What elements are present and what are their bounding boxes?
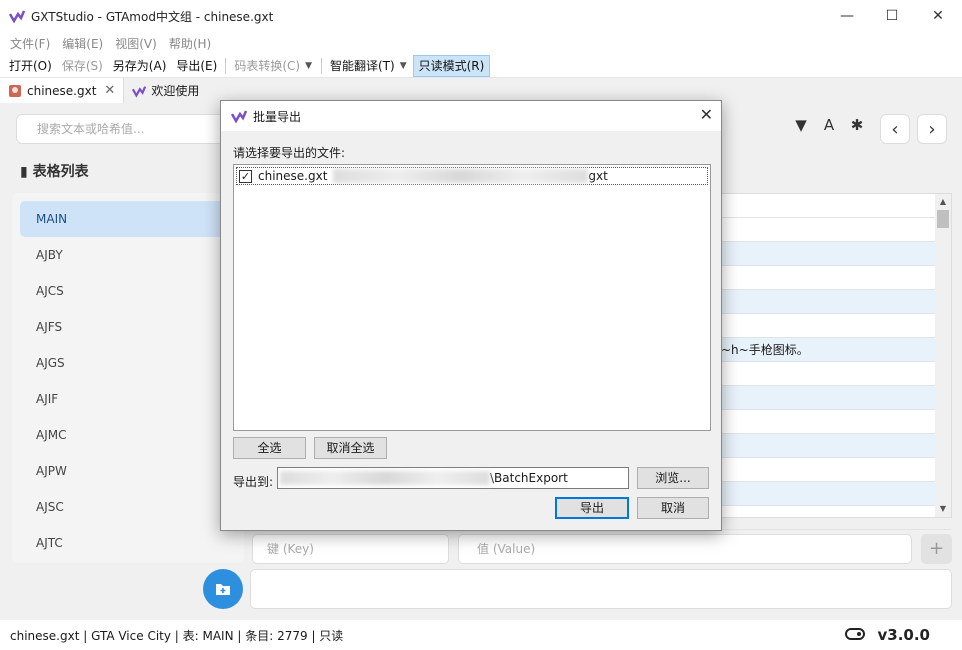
table-list: MAIN AJBY AJCS AJFS AJGS AJIF AJMC AJPW … — [12, 193, 244, 563]
list-item[interactable]: AJGS — [20, 345, 236, 381]
scroll-down-icon[interactable]: ▼ — [935, 501, 951, 517]
list-item[interactable]: AJPW — [20, 453, 236, 489]
export-confirm-button[interactable]: 导出 — [555, 497, 629, 519]
next-button[interactable]: › — [917, 114, 947, 144]
file-icon — [9, 84, 21, 97]
folder-plus-icon — [216, 584, 230, 595]
redacted-path — [280, 471, 490, 485]
regex-icon[interactable]: ✱ — [848, 116, 866, 134]
cancel-button[interactable]: 取消 — [637, 497, 709, 519]
add-entry-button[interactable]: + — [921, 534, 952, 564]
toolbar-divider — [225, 57, 227, 74]
app-logo-icon — [231, 110, 247, 124]
convert-button[interactable]: 码表转换(C) — [229, 55, 305, 77]
value-preview — [250, 569, 952, 609]
export-to-label: 导出到: — [233, 475, 274, 489]
search-tools: ▼ A ✱ — [792, 116, 866, 134]
browse-button[interactable]: 浏览... — [637, 467, 709, 489]
menu-bar: 文件(F) 编辑(E) 视图(V) 帮助(H) — [0, 32, 962, 54]
file-extension: gxt — [588, 169, 608, 183]
list-item[interactable]: AJIF — [20, 381, 236, 417]
file-name: chinese.gxt — [258, 169, 328, 183]
key-input[interactable]: 键 (Key) — [252, 534, 449, 564]
status-bar: chinese.gxt | GTA Vice City | 表: MAIN | … — [0, 620, 962, 650]
scrollbar[interactable]: ▲ ▼ — [935, 194, 951, 517]
batch-export-dialog: 批量导出 ✕ 请选择要导出的文件: ✓ chinese.gxt gxt 全选 取… — [220, 100, 722, 531]
dialog-prompt: 请选择要导出的文件: — [233, 146, 346, 160]
search-input[interactable]: 搜索文本或哈希值... — [16, 114, 226, 144]
menu-help[interactable]: 帮助(H) — [163, 35, 217, 52]
cell-value: ~h~手枪图标。 — [721, 343, 809, 357]
list-title-label: 表格列表 — [32, 164, 89, 180]
redacted-path — [333, 169, 589, 183]
maximize-button[interactable]: ☐ — [869, 0, 915, 32]
deselect-all-button[interactable]: 取消全选 — [314, 437, 387, 459]
app-logo-icon — [132, 85, 147, 98]
value-input[interactable]: 值 (Value) — [458, 534, 912, 564]
match-case-icon[interactable]: A — [820, 116, 838, 134]
menu-view[interactable]: 视图(V) — [109, 35, 163, 52]
minimize-button[interactable]: — — [824, 0, 870, 32]
list-item[interactable]: MAIN — [20, 201, 236, 237]
file-item[interactable]: ✓ chinese.gxt gxt — [236, 167, 708, 185]
close-tab-icon[interactable]: ✕ — [104, 83, 115, 98]
list-title: ▮ 表格列表 — [20, 164, 89, 180]
version-label: v3.0.0 — [877, 626, 931, 644]
window-title: GXTStudio - GTAmod中文组 - chinese.gxt — [31, 9, 274, 24]
checkbox-icon[interactable]: ✓ — [239, 169, 252, 183]
dialog-close-icon[interactable]: ✕ — [700, 105, 713, 124]
tab-chinese-gxt[interactable]: chinese.gxt ✕ — [0, 78, 125, 103]
translate-dropdown-icon[interactable]: ▼ — [400, 61, 407, 71]
list-item[interactable]: AJFS — [20, 309, 236, 345]
translate-button[interactable]: 智能翻译(T) — [325, 55, 400, 77]
open-button[interactable]: 打开(O) — [4, 55, 57, 77]
filter-icon[interactable]: ▼ — [792, 116, 810, 134]
theme-toggle-icon[interactable] — [845, 628, 865, 640]
list-item[interactable]: AJMC — [20, 417, 236, 453]
menu-file[interactable]: 文件(F) — [4, 35, 56, 52]
toolbar-divider — [321, 57, 322, 74]
add-folder-button[interactable] — [203, 569, 243, 609]
convert-dropdown-icon[interactable]: ▼ — [305, 61, 312, 71]
file-list[interactable]: ✓ chinese.gxt gxt — [233, 164, 711, 431]
tab-label: 欢迎使用 — [151, 84, 200, 98]
close-window-button[interactable]: ✕ — [915, 0, 961, 32]
save-as-button[interactable]: 另存为(A) — [108, 55, 172, 77]
prev-button[interactable]: ‹ — [880, 114, 910, 144]
scroll-thumb[interactable] — [937, 210, 949, 228]
list-item[interactable]: AJTC — [20, 525, 236, 561]
toolbar: 打开(O) 保存(S) 另存为(A) 导出(E) 码表转换(C) ▼ 智能翻译(… — [0, 54, 962, 78]
save-button[interactable]: 保存(S) — [57, 55, 108, 77]
export-path-input[interactable]: \BatchExport — [277, 467, 629, 489]
readonly-toggle[interactable]: 只读模式(R) — [412, 54, 491, 77]
select-all-button[interactable]: 全选 — [233, 437, 306, 459]
title-bar: GXTStudio - GTAmod中文组 - chinese.gxt — [0, 0, 962, 32]
tab-label: chinese.gxt — [27, 83, 97, 98]
dialog-title: 批量导出 — [253, 109, 302, 124]
list-item[interactable]: AJBY — [20, 237, 236, 273]
status-text: chinese.gxt | GTA Vice City | 表: MAIN | … — [10, 628, 344, 643]
app-logo-icon — [9, 10, 25, 24]
dialog-title-bar: 批量导出 — [221, 101, 721, 131]
menu-edit[interactable]: 编辑(E) — [56, 35, 109, 52]
scroll-up-icon[interactable]: ▲ — [935, 194, 951, 210]
export-button[interactable]: 导出(E) — [171, 55, 222, 77]
tab-welcome[interactable]: 欢迎使用 — [124, 78, 207, 103]
list-item[interactable]: AJSC — [20, 489, 236, 525]
list-item[interactable]: AJCS — [20, 273, 236, 309]
export-path-suffix: \BatchExport — [490, 471, 568, 485]
